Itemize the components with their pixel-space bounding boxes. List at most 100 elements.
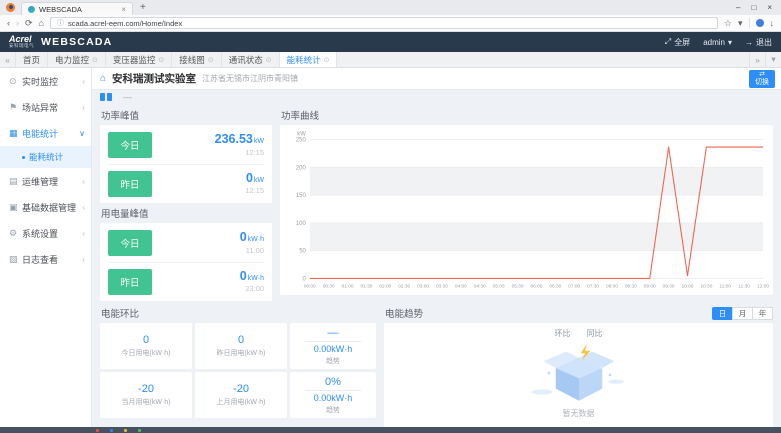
browser-tab[interactable]: WEBSCADA × [21, 2, 133, 15]
page-tab-comm-status[interactable]: 通讯状态⊙ [222, 52, 280, 67]
user-menu[interactable]: admin ▾ [703, 38, 732, 47]
empty-state-text: 暂无数据 [563, 408, 595, 419]
account-icon[interactable] [756, 19, 764, 27]
navbar-divider [749, 18, 750, 28]
tabs-scroll-left-button[interactable]: « [0, 52, 16, 67]
url-bar[interactable]: ⓘ scada.acrel-eem.com/Home/Index [50, 17, 718, 29]
legend-item[interactable]: 同比 [587, 328, 603, 339]
trend-card-2: —0.00kW·h趋势 [290, 323, 376, 369]
legend-item[interactable]: 环比 [555, 328, 571, 339]
sidebar-item-basic-data-management[interactable]: ▣基础数据管理‹ [0, 194, 91, 220]
taskbar-icon[interactable] [124, 429, 127, 432]
app-title: WEBSCADA [41, 36, 112, 48]
sidebar-item-realtime-monitoring[interactable]: ⊙实时监控‹ [0, 68, 91, 94]
home-icon[interactable]: ⌂ [39, 18, 44, 28]
chevron-down-icon: ▾ [728, 38, 732, 47]
peak-unit: kW [254, 138, 264, 145]
page-tab-close-icon[interactable]: ⊙ [266, 56, 272, 64]
sidebar-item-label: 实时监控 [22, 75, 58, 88]
page-tab-label: 首页 [23, 54, 40, 66]
compare-label: 趋势 [326, 405, 340, 415]
sidebar-item-energy-statistics[interactable]: ▦电能统计∨ [0, 120, 91, 146]
range-button-day[interactable]: 日 [712, 307, 733, 320]
browser-tab-title: WEBSCADA [39, 5, 82, 14]
day-tag: 昨日 [108, 269, 152, 295]
sidebar-subitem-energy-consumption-stats[interactable]: 能耗统计 [0, 146, 91, 168]
day-tag: 昨日 [108, 171, 152, 197]
taskbar-icon[interactable] [110, 429, 113, 432]
page-tab-close-icon[interactable]: ⊙ [92, 56, 98, 64]
tab-close-icon[interactable]: × [121, 5, 126, 14]
page-tabbar: « 首页电力监控⊙变压器监控⊙接线图⊙通讯状态⊙能耗统计⊙ » ▾ [0, 52, 781, 68]
forward-icon[interactable]: › [16, 18, 19, 28]
collapse-handle[interactable]: — [123, 92, 132, 102]
peak-readout: 0kW12:15 [245, 172, 264, 196]
svg-text:05:00: 05:00 [493, 283, 505, 289]
page-tab-power-monitoring[interactable]: 电力监控⊙ [48, 52, 106, 67]
sidebar-item-ops-management[interactable]: ▤运维管理‹ [0, 168, 91, 194]
bookmark-star-icon[interactable]: ☆ [724, 18, 732, 29]
station-bar: ⌂ 安科瑞测试实验室 江苏省无锡市江阴市青阳镇 ⇄ 切换 [92, 68, 781, 90]
minimize-button[interactable]: – [736, 3, 740, 12]
compare-label: 趋势 [326, 356, 340, 366]
peak-row: 今日236.53kW12:15 [108, 126, 264, 164]
tabs-scroll-right-button[interactable]: » [749, 52, 765, 67]
trend-rate: — [328, 327, 339, 339]
new-tab-button[interactable]: + [140, 2, 146, 13]
compare-value: -20 [233, 383, 249, 395]
refresh-icon[interactable]: ⟳ [25, 18, 33, 29]
page-tab-close-icon[interactable]: ⊙ [158, 56, 164, 64]
svg-text:01:30: 01:30 [360, 283, 372, 289]
energy-trend-title: 电能趋势 [385, 306, 423, 320]
svg-text:06:00: 06:00 [530, 283, 542, 289]
fullscreen-button[interactable]: ⤢ 全屏 [665, 37, 690, 48]
shield-icon[interactable]: ⓘ [57, 18, 64, 28]
tabs-menu-button[interactable]: ▾ [765, 52, 781, 67]
browser-titlebar: WEBSCADA × + – □ × [0, 0, 781, 15]
page-tab-transformer-monitoring[interactable]: 变压器监控⊙ [106, 52, 172, 67]
svg-text:0: 0 [302, 276, 306, 282]
compare-label: 今日用电(kW·h) [122, 348, 171, 358]
page-tab-close-icon[interactable]: ⊙ [324, 56, 330, 64]
sidebar-item-label: 系统设置 [22, 227, 58, 240]
svg-text:200: 200 [296, 165, 307, 171]
svg-text:12:00: 12:00 [757, 283, 769, 289]
svg-text:11:00: 11:00 [720, 283, 732, 289]
station-location: 江苏省无锡市江阴市青阳镇 [202, 73, 298, 84]
range-button-year[interactable]: 年 [752, 307, 773, 320]
indicator-bar[interactable] [100, 93, 105, 101]
logout-button[interactable]: → 退出 [745, 37, 772, 48]
close-button[interactable]: × [767, 3, 772, 12]
taskbar-icon[interactable] [96, 429, 99, 432]
compare-value: 0 [238, 334, 244, 346]
page-tab-close-icon[interactable]: ⊙ [208, 56, 214, 64]
day-tag: 今日 [108, 132, 152, 158]
page-tab-wiring-diagram[interactable]: 接线图⊙ [172, 52, 221, 67]
indicator-bar[interactable] [107, 93, 112, 101]
peak-unit: kW·h [248, 275, 264, 282]
page-tab-energy-stats[interactable]: 能耗统计⊙ [280, 52, 338, 67]
url-text: scada.acrel-eem.com/Home/Index [68, 19, 182, 28]
power-peak-card: 今日236.53kW12:15 昨日 0kW12:15 [100, 125, 272, 203]
sidebar-item-station-abnormal[interactable]: ⚑场站异常‹ [0, 94, 91, 120]
maximize-button[interactable]: □ [751, 3, 756, 12]
app-header: Acrel 安科瑞电气 WEBSCADA ⤢ 全屏 admin ▾ → 退出 [0, 32, 781, 52]
caret-down-icon[interactable]: ▾ [738, 18, 743, 29]
range-button-month[interactable]: 月 [732, 307, 753, 320]
taskbar-icon[interactable] [138, 429, 141, 432]
page-tab-home[interactable]: 首页 [16, 52, 48, 67]
downloads-icon[interactable]: ↓ [770, 18, 775, 28]
switch-station-button[interactable]: ⇄ 切换 [749, 70, 775, 88]
back-icon[interactable]: ‹ [7, 18, 10, 28]
svg-text:09:30: 09:30 [663, 283, 675, 289]
energy-peak-title: 用电量峰值 [101, 206, 272, 220]
peak-time: 12:15 [245, 186, 264, 195]
energy-trend-panel: 环比 同比 [384, 323, 773, 427]
chevron-icon: ‹ [82, 229, 85, 238]
divider [305, 341, 362, 342]
content: ⌂ 安科瑞测试实验室 江苏省无锡市江阴市青阳镇 ⇄ 切换 — 功率峰值 今日23… [92, 68, 781, 427]
chevron-icon: ‹ [82, 177, 85, 186]
taskbar-strip [0, 427, 781, 433]
sidebar-item-log-view[interactable]: ▧日志查看‹ [0, 246, 91, 272]
sidebar-item-system-settings[interactable]: ⚙系统设置‹ [0, 220, 91, 246]
